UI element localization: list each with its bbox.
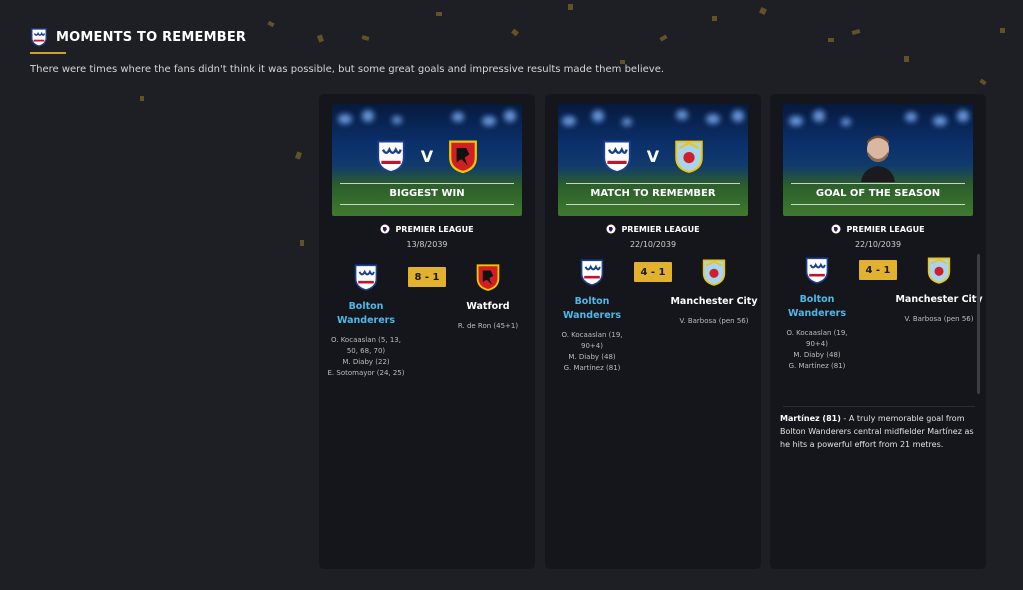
banner-label: GOAL OF THE SEASON [815,188,941,199]
away-scorers: V. Barbosa (pen 56) [894,314,984,325]
man-city-badge-icon [675,140,703,173]
versus-label: V [420,146,434,166]
home-team[interactable]: Bolton Wanderers O. Kocaaslan (19, 90+4)… [547,257,637,374]
home-scorers: O. Kocaaslan (19, 90+4) M. Diaby (48) G.… [547,330,637,374]
banner-label: BIGGEST WIN [389,188,465,199]
premier-league-icon [831,224,841,234]
match-date: 22/10/2039 [854,240,902,249]
scorer-line: R. de Ron (45+1) [457,322,519,330]
premier-league-icon [606,224,616,234]
goal-scorer: Martínez (81) [780,414,841,423]
away-scorers: R. de Ron (45+1) [443,321,533,332]
bolton-badge-icon [805,257,829,284]
home-team-name[interactable]: Bolton Wanderers [547,295,637,323]
away-team-name[interactable]: Manchester City [669,295,759,309]
biggest-win-card[interactable]: V BIGGEST WIN PREMIER LEAGUE 13/8/2039 B… [319,94,535,569]
watford-badge-icon [476,264,500,291]
card-banner: V MATCH TO REMEMBER [558,104,748,216]
match-date: 13/8/2039 [406,240,448,249]
scorer-line: M. Diaby (48) [568,353,616,361]
scorer-line: 90+4) [806,340,828,348]
card-banner: V BIGGEST WIN [332,104,522,216]
man-city-badge-icon [927,257,951,284]
player-portrait-icon [861,135,895,182]
score-badge: 8 - 1 [408,267,446,287]
bolton-badge-icon [377,140,405,173]
watford-badge-icon [449,140,478,174]
scorer-line: M. Diaby (48) [793,351,841,359]
home-team[interactable]: Bolton Wanderers O. Kocaaslan (19, 90+4)… [772,255,862,372]
premier-league-icon [380,224,390,234]
league-row: PREMIER LEAGUE [770,224,986,234]
home-team[interactable]: Bolton Wanderers O. Kocaaslan (5, 13, 50… [321,262,411,379]
scorer-line: G. Martínez (81) [788,362,846,370]
page-title: MOMENTS TO REMEMBER [56,29,247,45]
home-scorers: O. Kocaaslan (5, 13, 50, 68, 70) M. Diab… [321,335,411,379]
away-team-name[interactable]: Manchester City [894,293,984,307]
bolton-badge-icon [354,264,378,291]
score-badge: 4 - 1 [634,262,672,282]
away-scorers: V. Barbosa (pen 56) [669,316,759,327]
page-header: MOMENTS TO REMEMBER [30,27,246,54]
home-scorers: O. Kocaaslan (19, 90+4) M. Diaby (48) G.… [772,328,862,372]
goal-of-the-season-card[interactable]: GOAL OF THE SEASON PREMIER LEAGUE 22/10/… [770,94,986,569]
page-subtitle: There were times where the fans didn't t… [30,64,665,75]
title-underline [30,52,66,54]
league-row: PREMIER LEAGUE [545,224,761,234]
scorer-line: O. Kocaaslan (19, [561,331,623,339]
scorer-line: G. Martínez (81) [563,364,621,372]
match-to-remember-card[interactable]: V MATCH TO REMEMBER PREMIER LEAGUE 22/10… [545,94,761,569]
divider [783,406,975,407]
scorer-line: 90+4) [581,342,603,350]
bolton-badge-icon [603,140,631,173]
scorer-line: O. Kocaaslan (19, [786,329,848,337]
home-team-name[interactable]: Bolton Wanderers [772,293,862,321]
away-team-name[interactable]: Watford [443,300,533,314]
banner-label: MATCH TO REMEMBER [590,188,716,199]
score-badge: 4 - 1 [859,260,897,280]
club-badge-icon [31,28,47,47]
goal-description: Martínez (81) - A truly memorable goal f… [780,412,976,451]
league-name: PREMIER LEAGUE [395,224,474,234]
league-name: PREMIER LEAGUE [621,224,700,234]
home-team-name[interactable]: Bolton Wanderers [321,300,411,328]
scorer-line: O. Kocaaslan (5, 13, [331,336,401,344]
league-name: PREMIER LEAGUE [846,224,925,234]
league-row: PREMIER LEAGUE [319,224,535,234]
card-banner: GOAL OF THE SEASON [783,104,973,216]
scorer-line: V. Barbosa (pen 56) [679,317,749,325]
bolton-badge-icon [580,259,604,286]
match-date: 22/10/2039 [629,240,677,249]
versus-label: V [646,146,660,166]
away-team[interactable]: Manchester City V. Barbosa (pen 56) [669,257,759,327]
away-team[interactable]: Manchester City V. Barbosa (pen 56) [894,255,984,325]
away-team[interactable]: Watford R. de Ron (45+1) [443,262,533,332]
scorer-line: M. Diaby (22) [342,358,390,366]
scorer-line: 50, 68, 70) [346,347,386,355]
man-city-badge-icon [702,259,726,286]
scrollbar[interactable] [977,254,980,394]
scorer-line: E. Sotomayor (24, 25) [327,369,405,377]
scorer-line: V. Barbosa (pen 56) [904,315,974,323]
